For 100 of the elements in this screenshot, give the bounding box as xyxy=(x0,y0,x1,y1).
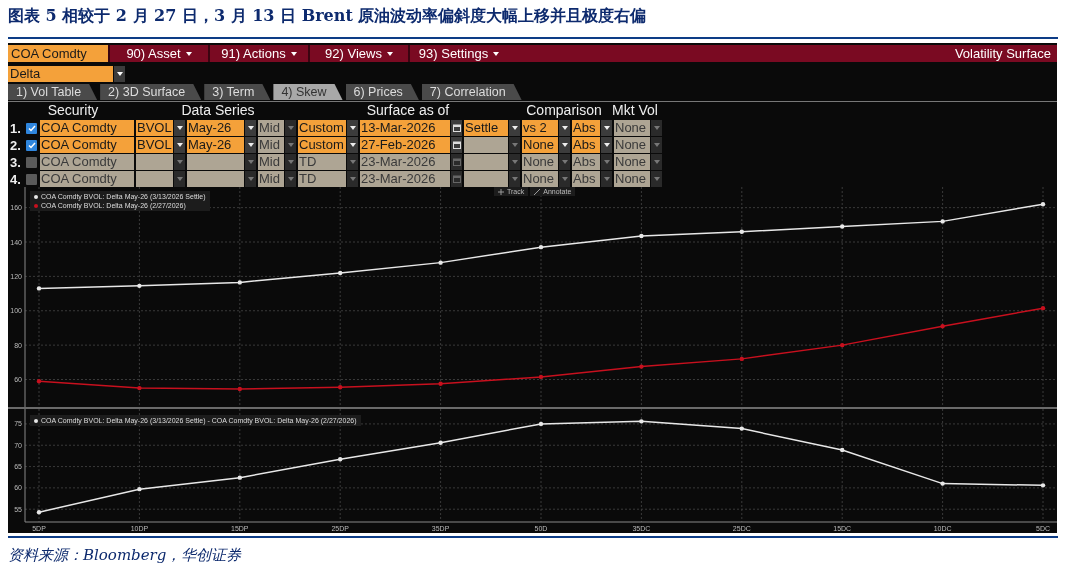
form-field[interactable] xyxy=(136,154,173,170)
data-point xyxy=(338,457,343,462)
form-field[interactable]: Abs xyxy=(572,171,600,187)
data-point xyxy=(237,280,242,285)
tab[interactable]: 6) Prices xyxy=(345,84,419,100)
form-field[interactable]: Mid xyxy=(258,171,284,187)
form-field[interactable]: May-26 xyxy=(187,137,244,153)
form-field[interactable]: 23-Mar-2026 xyxy=(360,154,450,170)
form-field[interactable]: Abs xyxy=(572,154,600,170)
form-field[interactable]: Abs xyxy=(572,137,600,153)
caret-icon xyxy=(176,160,183,164)
form-field[interactable]: None xyxy=(614,137,650,153)
form-field[interactable]: COA Comdty xyxy=(40,171,134,187)
function-title: Volatility Surface xyxy=(953,45,1052,62)
dropdown-button[interactable] xyxy=(559,137,570,153)
form-field[interactable]: TD xyxy=(298,171,346,187)
form-field[interactable]: vs 2 xyxy=(522,120,558,136)
form-field[interactable] xyxy=(464,137,508,153)
dropdown-button[interactable] xyxy=(601,120,612,136)
caret-icon xyxy=(287,160,294,164)
tab[interactable]: 4) Skew xyxy=(273,84,343,100)
form-field[interactable]: 27-Feb-2026 xyxy=(360,137,450,153)
caret-icon xyxy=(386,51,393,56)
form-field[interactable]: Mid xyxy=(258,120,284,136)
data-point xyxy=(538,244,544,250)
security-field[interactable]: COA Comdty xyxy=(8,45,108,62)
form-field[interactable] xyxy=(464,154,508,170)
caret-icon xyxy=(287,143,294,147)
checkbox[interactable] xyxy=(26,156,37,168)
caret-icon xyxy=(116,72,123,76)
form-field[interactable]: None xyxy=(614,120,650,136)
caret-icon xyxy=(561,143,568,147)
tab[interactable]: 2) 3D Surface xyxy=(100,84,202,100)
form-field[interactable]: None xyxy=(614,171,650,187)
tab[interactable]: 3) Term xyxy=(204,84,271,100)
form-field[interactable]: Custom xyxy=(298,120,346,136)
dropdown-button[interactable] xyxy=(559,120,570,136)
data-point xyxy=(538,421,544,427)
form-field[interactable]: COA Comdty xyxy=(40,137,134,153)
form-field[interactable]: Mid xyxy=(258,137,284,153)
calendar-button[interactable] xyxy=(451,120,462,136)
form-field[interactable]: BVOL xyxy=(136,137,173,153)
form-field[interactable]: COA Comdty xyxy=(40,154,134,170)
form-field[interactable]: None xyxy=(522,154,558,170)
form-field[interactable]: Abs xyxy=(572,120,600,136)
dropdown-button[interactable] xyxy=(174,120,185,136)
form-field[interactable]: None xyxy=(522,171,558,187)
caret-icon xyxy=(290,51,297,56)
form-field[interactable]: Settle xyxy=(464,120,508,136)
tab[interactable]: 7) Correlation xyxy=(421,84,522,100)
caret-icon xyxy=(561,126,568,130)
checkbox[interactable] xyxy=(26,122,37,134)
dropdown-button[interactable] xyxy=(347,120,358,136)
form-field[interactable]: 13-Mar-2026 xyxy=(360,120,450,136)
form-field[interactable]: None xyxy=(614,154,650,170)
data-point xyxy=(338,270,343,276)
data-point xyxy=(538,374,544,380)
form-field[interactable] xyxy=(464,171,508,187)
dropdown-button[interactable] xyxy=(347,137,358,153)
data-point xyxy=(36,510,42,515)
calendar-icon xyxy=(452,141,461,149)
form-field[interactable]: Mid xyxy=(258,154,284,170)
caret-icon xyxy=(247,160,254,164)
mode-dropdown[interactable]: Delta xyxy=(8,66,113,82)
form-field[interactable] xyxy=(136,171,173,187)
calendar-button[interactable] xyxy=(451,137,462,153)
form-field[interactable]: BVOL xyxy=(136,120,173,136)
data-point xyxy=(639,364,644,369)
dropdown-button[interactable] xyxy=(174,137,185,153)
caret-icon xyxy=(653,143,660,147)
row-number: 1. xyxy=(9,120,22,136)
caret-icon xyxy=(247,143,254,147)
caret-icon xyxy=(287,126,294,130)
figure-title: 图表 5 相较于 2 月 27 日，3 月 13 日 Brent 原油波动率偏斜度大幅上移并且极度右偏 xyxy=(7,5,648,27)
dropdown-button[interactable] xyxy=(245,137,256,153)
data-point xyxy=(36,379,42,384)
caret-icon xyxy=(561,160,568,164)
calendar-icon xyxy=(452,124,461,132)
dropdown-button[interactable] xyxy=(601,137,612,153)
form-field[interactable]: None xyxy=(522,137,558,153)
checkbox[interactable] xyxy=(26,139,37,151)
caret-icon xyxy=(349,177,356,181)
data-point xyxy=(137,283,142,289)
checkbox[interactable] xyxy=(26,173,37,185)
data-point xyxy=(639,419,644,424)
data-point xyxy=(237,475,242,480)
dropdown-button[interactable] xyxy=(509,120,520,136)
data-point xyxy=(438,381,443,386)
form-field[interactable]: COA Comdty xyxy=(40,120,134,136)
form-field[interactable]: 23-Mar-2026 xyxy=(360,171,450,187)
tab[interactable]: 1) Vol Table xyxy=(8,84,98,100)
dropdown-button[interactable] xyxy=(245,120,256,136)
form-field[interactable]: Custom xyxy=(298,137,346,153)
form-field[interactable] xyxy=(187,171,244,187)
form-field[interactable]: May-26 xyxy=(187,120,244,136)
dropdown-button[interactable] xyxy=(114,66,125,82)
form-field[interactable]: TD xyxy=(298,154,346,170)
caret-icon xyxy=(176,126,183,130)
caret-icon xyxy=(493,51,500,56)
form-field[interactable] xyxy=(187,154,244,170)
